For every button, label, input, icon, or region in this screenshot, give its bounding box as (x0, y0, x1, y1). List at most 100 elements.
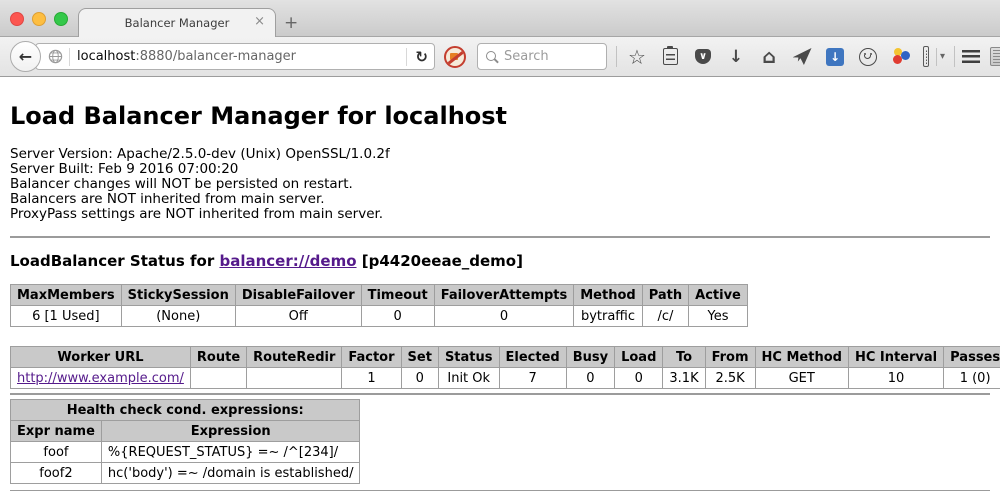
column-header: Path (642, 285, 688, 306)
bookmark-star-button[interactable]: ☆ (626, 46, 648, 68)
column-header: DisableFailover (235, 285, 361, 306)
plugin-blocked-icon[interactable] (444, 46, 466, 68)
column-header: HC Method (755, 347, 848, 368)
reload-button[interactable]: ↻ (406, 48, 428, 66)
column-header: To (663, 347, 705, 368)
expr-name-value: foof2 (11, 463, 102, 484)
worker-url-link[interactable]: http://www.example.com/ (17, 371, 184, 386)
stickysession-value: (None) (121, 306, 235, 327)
home-icon: ⌂ (762, 46, 776, 68)
load-value: 0 (615, 368, 663, 389)
new-tab-button[interactable]: + (284, 15, 298, 32)
minimize-window-button[interactable] (32, 12, 46, 26)
health-title-row: Health check cond. expressions: (11, 400, 360, 421)
toolbar-divider (954, 46, 955, 67)
url-domain: localhost (77, 49, 135, 64)
routeredir-value (247, 368, 342, 389)
balancer-status-table: MaxMembers StickySession DisableFailover… (10, 284, 748, 327)
globe-icon[interactable] (48, 49, 63, 64)
emoji-addon-button[interactable] (857, 46, 879, 68)
url-bar[interactable]: localhost:8880/balancer-manager ↻ (35, 43, 435, 70)
column-header: HC Interval (848, 347, 943, 368)
worker-data-row: http://www.example.com/ 1 0 Init Ok 7 0 … (11, 368, 1000, 389)
section-divider (10, 236, 990, 238)
column-header: MaxMembers (11, 285, 122, 306)
traffic-lights (10, 12, 68, 26)
reload-icon: ↻ (415, 48, 428, 66)
search-icon (486, 51, 496, 61)
battery-icon (923, 46, 929, 67)
status-heading: LoadBalancer Status for balancer://demo … (10, 252, 990, 270)
menu-button[interactable] (960, 46, 982, 68)
status-heading-prefix: LoadBalancer Status for (10, 252, 219, 270)
health-table-title: Health check cond. expressions: (11, 400, 360, 421)
active-value: Yes (689, 306, 748, 327)
url-text[interactable]: localhost:8880/balancer-manager (77, 49, 296, 64)
expr-name-value: foof (11, 442, 102, 463)
proxypass-warning-line: ProxyPass settings are NOT inherited fro… (10, 207, 990, 222)
failoverattempts-value: 0 (434, 306, 574, 327)
pocket-button[interactable]: ∨ (692, 46, 714, 68)
maxmembers-value: 6 [1 Used] (11, 306, 122, 327)
column-header: Elected (499, 347, 566, 368)
balancer-demo-link[interactable]: balancer://demo (219, 252, 356, 270)
downloads-button[interactable]: ↓ (725, 46, 747, 68)
tile-view-button[interactable] (988, 46, 1000, 68)
window-titlebar: Balancer Manager × + (0, 0, 1000, 36)
factor-value: 1 (342, 368, 401, 389)
column-header: Expression (101, 421, 360, 442)
page-title: Load Balancer Manager for localhost (10, 102, 990, 130)
back-button[interactable]: ← (10, 41, 41, 72)
disablefailover-value: Off (235, 306, 361, 327)
persist-warning-line: Balancer changes will NOT be persisted o… (10, 177, 990, 192)
hc-interval-value: 10 (848, 368, 943, 389)
column-header: FailoverAttempts (434, 285, 574, 306)
column-header: Passes (944, 347, 1000, 368)
busy-value: 0 (566, 368, 614, 389)
close-window-button[interactable] (10, 12, 24, 26)
set-value: 0 (401, 368, 438, 389)
status-heading-suffix: [p4420eeae_demo] (357, 252, 523, 270)
search-box[interactable] (477, 43, 607, 70)
home-button[interactable]: ⌂ (758, 46, 780, 68)
back-arrow-icon: ← (19, 47, 32, 66)
path-value: /c/ (642, 306, 688, 327)
page-content: Load Balancer Manager for localhost Serv… (0, 102, 1000, 491)
hamburger-icon (962, 50, 980, 63)
balancer-header-row: MaxMembers StickySession DisableFailover… (11, 285, 748, 306)
tab-title: Balancer Manager (125, 16, 230, 30)
toolbar-icon-row: ☆ ∨ ↓ ⌂ ↓ ▾ (626, 46, 945, 68)
column-header: Route (190, 347, 246, 368)
to-value: 3.1K (663, 368, 705, 389)
browser-tab[interactable]: Balancer Manager × (78, 8, 276, 37)
column-header: StickySession (121, 285, 235, 306)
url-path: :8880/balancer-manager (135, 49, 296, 64)
grid-page-icon (990, 47, 1000, 66)
reading-list-button[interactable] (659, 46, 681, 68)
passes-value: 1 (0) (944, 368, 1000, 389)
column-header: Method (574, 285, 642, 306)
color-dots-icon (892, 47, 911, 66)
column-header: Active (689, 285, 748, 306)
video-download-addon-button[interactable]: ↓ (824, 46, 846, 68)
send-tab-button[interactable] (791, 46, 813, 68)
column-header: From (705, 347, 755, 368)
chevron-down-icon[interactable]: ▾ (940, 51, 945, 62)
color-dots-addon-button[interactable] (890, 46, 912, 68)
column-header: Set (401, 347, 438, 368)
column-header: Busy (566, 347, 614, 368)
star-icon: ☆ (628, 47, 646, 67)
health-data-row: foof2 hc('body') =~ /domain is establish… (11, 463, 360, 484)
navigation-toolbar: ← localhost:8880/balancer-manager ↻ ☆ ∨ … (0, 36, 1000, 77)
worker-url-cell: http://www.example.com/ (11, 368, 191, 389)
sidebar-addon-button[interactable]: ▾ (923, 46, 945, 68)
tab-close-icon[interactable]: × (254, 15, 265, 29)
section-divider (10, 393, 990, 395)
smiley-icon (859, 48, 877, 66)
zoom-window-button[interactable] (54, 12, 68, 26)
expression-value: %{REQUEST_STATUS} =~ /^[234]/ (101, 442, 360, 463)
toolbar-divider (616, 46, 617, 67)
column-header: Worker URL (11, 347, 191, 368)
search-input[interactable] (502, 48, 596, 65)
blue-download-icon: ↓ (826, 48, 844, 66)
